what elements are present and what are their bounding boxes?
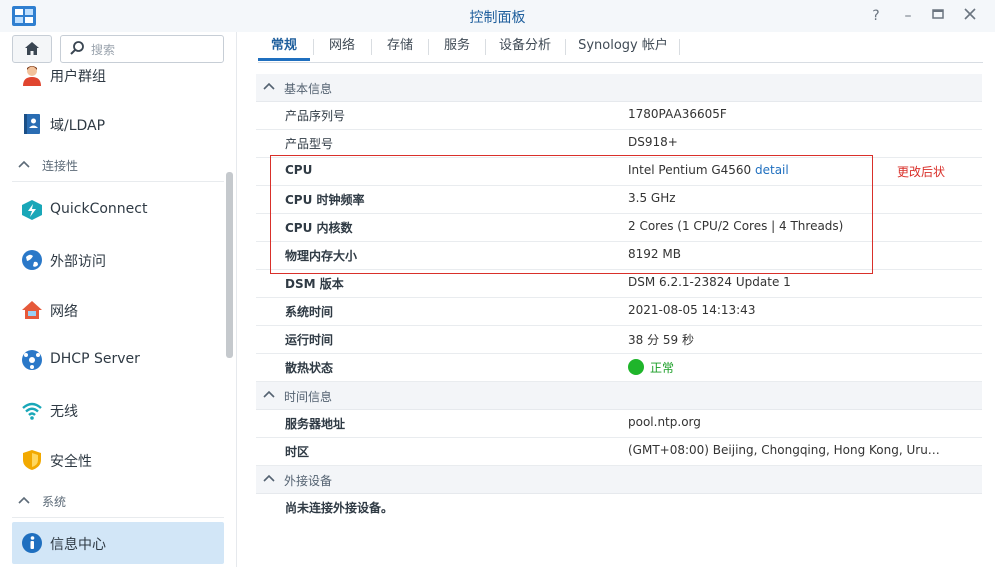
tab-label: 存储	[386, 38, 413, 53]
tab-device-analytics[interactable]: 设备分析	[487, 32, 563, 60]
section-title: 外接设备	[284, 474, 333, 488]
sidebar-item-dhcp-server[interactable]: DHCP Server	[12, 339, 224, 381]
sidebar-item-label: 用户群组	[50, 69, 106, 85]
tab-label: 服务	[443, 38, 470, 53]
tab-label: 常规	[270, 38, 297, 53]
security-shield-icon	[23, 450, 41, 470]
sidebar-group-connectivity[interactable]: 连接性	[12, 151, 224, 182]
info-value: 正常	[628, 359, 674, 376]
info-row-timezone: 时区 (GMT+08:00) Beijing, Chongqing, Hong …	[256, 437, 982, 466]
sidebar-item-info-center[interactable]: 信息中心	[12, 522, 224, 564]
section-header-external[interactable]: 外接设备	[256, 466, 982, 494]
info-key: 尚未连接外接设备。	[285, 501, 394, 515]
quickconnect-icon	[22, 200, 42, 220]
chevron-up-icon	[18, 160, 30, 168]
info-value: DS918+	[628, 135, 678, 149]
dhcp-server-icon	[22, 350, 42, 370]
sidebar-item-external-access[interactable]: 外部访问	[12, 239, 224, 281]
minimize-icon[interactable]: –	[898, 6, 918, 26]
sidebar-item-label: 网络	[50, 304, 78, 320]
chevron-up-icon	[263, 474, 275, 482]
maximize-icon[interactable]	[928, 6, 948, 26]
sidebar-item-user-group[interactable]: 用户群组	[12, 54, 224, 96]
tab-separator	[428, 39, 429, 55]
sidebar-item-label: QuickConnect	[50, 201, 148, 217]
external-access-icon	[22, 250, 42, 270]
wifi-icon	[22, 402, 42, 420]
tab-label: 网络	[328, 38, 355, 53]
tab-separator	[371, 39, 372, 55]
section-header-basic[interactable]: 基本信息	[256, 74, 982, 102]
tab-separator	[679, 39, 680, 55]
tab-general[interactable]: 常规	[258, 32, 310, 61]
chevron-up-icon	[263, 82, 275, 90]
tab-services[interactable]: 服务	[430, 32, 484, 60]
info-row-no-external: 尚未连接外接设备。	[256, 493, 982, 521]
chevron-up-icon	[263, 390, 275, 398]
sidebar-item-label: 信息中心	[50, 537, 106, 553]
annotation-box	[270, 155, 873, 274]
sidebar-group-label: 系统	[42, 495, 67, 509]
thermal-status: 正常	[650, 361, 675, 375]
tab-separator	[565, 39, 566, 55]
tab-network[interactable]: 网络	[315, 32, 369, 60]
close-icon[interactable]	[960, 6, 980, 26]
info-value: (GMT+08:00) Beijing, Chongqing, Hong Kon…	[628, 443, 940, 457]
sidebar-item-label: 外部访问	[50, 254, 106, 270]
info-row-thermal: 散热状态 正常	[256, 353, 982, 382]
domain-ldap-icon	[24, 114, 40, 134]
info-row-system-time: 系统时间 2021-08-05 14:13:43	[256, 297, 982, 326]
sidebar-item-label: 域/LDAP	[50, 118, 106, 134]
sidebar-scrollbar[interactable]	[226, 172, 233, 358]
tab-synology-account[interactable]: Synology 帐户	[567, 32, 679, 60]
section-header-time[interactable]: 时间信息	[256, 382, 982, 410]
tab-storage[interactable]: 存储	[373, 32, 427, 60]
title-bar: 控制面板 ? –	[0, 0, 995, 32]
section-title: 基本信息	[284, 82, 333, 96]
tab-label: Synology 帐户	[578, 38, 668, 53]
active-tab-indicator	[258, 58, 310, 61]
network-icon	[22, 301, 42, 319]
info-row-serial: 产品序列号 1780PAA36605F	[256, 101, 982, 130]
info-value: 38 分 59 秒	[628, 333, 694, 347]
window-title: 控制面板	[469, 10, 526, 26]
tab-separator	[485, 39, 486, 55]
info-key: 系统时间	[285, 305, 334, 319]
chevron-up-icon	[18, 496, 30, 504]
info-key: 产品型号	[285, 137, 334, 151]
sidebar-group-label: 连接性	[42, 159, 79, 173]
info-value: 1780PAA36605F	[628, 107, 727, 121]
info-value: 2021-08-05 14:13:43	[628, 303, 756, 317]
info-row-model: 产品型号 DS918+	[256, 129, 982, 158]
info-row-server-address: 服务器地址 pool.ntp.org	[256, 409, 982, 438]
annotation-note: 更改后状	[897, 165, 946, 179]
info-key: 运行时间	[285, 333, 334, 347]
info-key: DSM 版本	[285, 277, 344, 291]
sidebar-item-label: 安全性	[50, 454, 92, 470]
sidebar-item-label: DHCP Server	[50, 351, 140, 367]
sidebar-item-network[interactable]: 网络	[12, 289, 224, 331]
tab-label: 设备分析	[498, 38, 551, 53]
help-icon[interactable]: ?	[866, 6, 886, 26]
sidebar-group-system[interactable]: 系统	[12, 487, 224, 518]
sidebar-item-label: 无线	[50, 404, 78, 420]
info-value: DSM 6.2.1-23824 Update 1	[628, 275, 791, 289]
user-group-icon	[23, 66, 41, 86]
tab-divider	[258, 62, 983, 63]
info-center-icon	[22, 533, 42, 553]
info-key: 服务器地址	[285, 417, 346, 431]
sidebar: 搜索 用户群组 域/LDAP 连接性 QuickConnect 外部访问 网络 …	[0, 32, 237, 567]
info-key: 散热状态	[285, 361, 334, 375]
info-row-uptime: 运行时间 38 分 59 秒	[256, 325, 982, 354]
sidebar-item-domain-ldap[interactable]: 域/LDAP	[12, 103, 224, 145]
status-ok-icon	[628, 359, 644, 375]
section-title: 时间信息	[284, 390, 333, 404]
sidebar-item-wireless[interactable]: 无线	[12, 389, 224, 431]
info-value: pool.ntp.org	[628, 415, 701, 429]
info-key: 产品序列号	[285, 109, 346, 123]
sidebar-item-quickconnect[interactable]: QuickConnect	[12, 189, 224, 231]
sidebar-item-security[interactable]: 安全性	[12, 439, 224, 481]
info-key: 时区	[285, 445, 310, 459]
tab-separator	[313, 39, 314, 55]
